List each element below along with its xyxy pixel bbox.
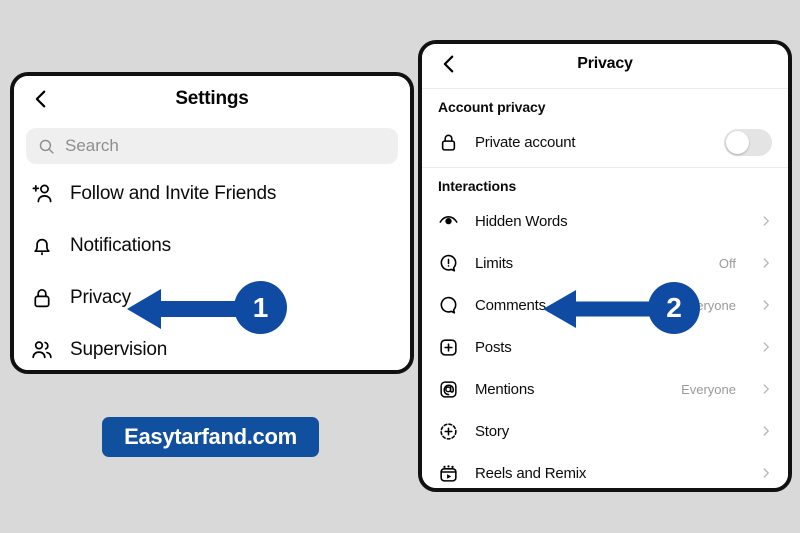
- list-item-label: Hidden Words: [475, 212, 568, 230]
- chevron-right-icon: [763, 384, 769, 394]
- sidebar-item-privacy[interactable]: Privacy: [14, 272, 410, 324]
- people-icon: [30, 338, 54, 362]
- settings-phone-panel: Settings Search Follow and Invite Friend…: [10, 72, 414, 374]
- list-item-comments[interactable]: Comments Everyone: [422, 284, 788, 326]
- page-title: Privacy: [577, 55, 633, 72]
- private-account-toggle[interactable]: [724, 128, 772, 156]
- list-item-posts[interactable]: Posts: [422, 326, 788, 368]
- sidebar-item-supervision[interactable]: Supervision: [14, 324, 410, 370]
- list-item-reels-and-remix[interactable]: Reels and Remix: [422, 452, 788, 488]
- chevron-right-icon: [763, 342, 769, 352]
- list-item-mentions[interactable]: Mentions Everyone: [422, 368, 788, 410]
- sidebar-item-label: Follow and Invite Friends: [70, 183, 277, 204]
- annotation-badge-2: 2: [648, 282, 700, 334]
- list-item-story[interactable]: Story: [422, 410, 788, 452]
- list-item-label: Mentions: [475, 380, 535, 398]
- toggle-knob: [726, 130, 749, 154]
- comment-bubble-icon: [438, 295, 459, 316]
- sidebar-item-follow-and-invite-friends[interactable]: Follow and Invite Friends: [14, 168, 410, 220]
- add-person-icon: [30, 182, 54, 206]
- search-placeholder: Search: [65, 136, 119, 155]
- search-container: Search: [14, 122, 410, 168]
- list-item-value: Off: [718, 255, 736, 271]
- annotation-badge-1: 1: [234, 281, 287, 334]
- eye-icon: [438, 211, 459, 232]
- chevron-right-icon: [763, 468, 769, 478]
- sidebar-item-label: Supervision: [70, 339, 168, 360]
- sidebar-item-label: Notifications: [70, 235, 171, 256]
- watermark-logo: Easytarfand.com: [102, 417, 319, 457]
- reels-icon: [438, 463, 459, 484]
- story-plus-icon: [438, 421, 459, 442]
- privacy-nav-header: Privacy: [422, 44, 788, 84]
- list-item-label: Story: [475, 422, 510, 440]
- list-item-label: Reels and Remix: [475, 464, 587, 482]
- sidebar-item-notifications[interactable]: Notifications: [14, 220, 410, 272]
- plus-square-icon: [438, 337, 459, 358]
- list-item-value: Everyone: [681, 381, 736, 397]
- settings-nav-header: Settings: [14, 76, 410, 122]
- page-title: Settings: [175, 88, 249, 109]
- privacy-phone-panel: Privacy Account privacy Private account …: [418, 40, 792, 492]
- section-header-account-privacy: Account privacy: [422, 89, 788, 121]
- search-icon: [39, 139, 54, 154]
- chevron-right-icon: [763, 216, 769, 226]
- list-item-label: Private account: [475, 133, 576, 151]
- chevron-left-icon[interactable]: [30, 88, 52, 110]
- search-input[interactable]: Search: [26, 128, 398, 164]
- list-item-limits[interactable]: Limits Off: [422, 242, 788, 284]
- exclamation-bubble-icon: [438, 253, 459, 274]
- chevron-right-icon: [763, 426, 769, 436]
- lock-icon: [30, 286, 54, 310]
- lock-icon: [438, 132, 459, 153]
- list-item-label: Posts: [475, 338, 512, 356]
- chevron-right-icon: [763, 300, 769, 310]
- chevron-right-icon: [763, 258, 769, 268]
- chevron-left-icon[interactable]: [438, 53, 460, 75]
- list-item-label: Limits: [475, 254, 513, 272]
- list-item-private-account[interactable]: Private account: [422, 121, 788, 163]
- sidebar-item-label: Privacy: [70, 287, 131, 308]
- list-item-hidden-words[interactable]: Hidden Words: [422, 200, 788, 242]
- bell-icon: [30, 234, 54, 258]
- section-header-interactions: Interactions: [422, 168, 788, 200]
- at-square-icon: [438, 379, 459, 400]
- list-item-label: Comments: [475, 296, 546, 314]
